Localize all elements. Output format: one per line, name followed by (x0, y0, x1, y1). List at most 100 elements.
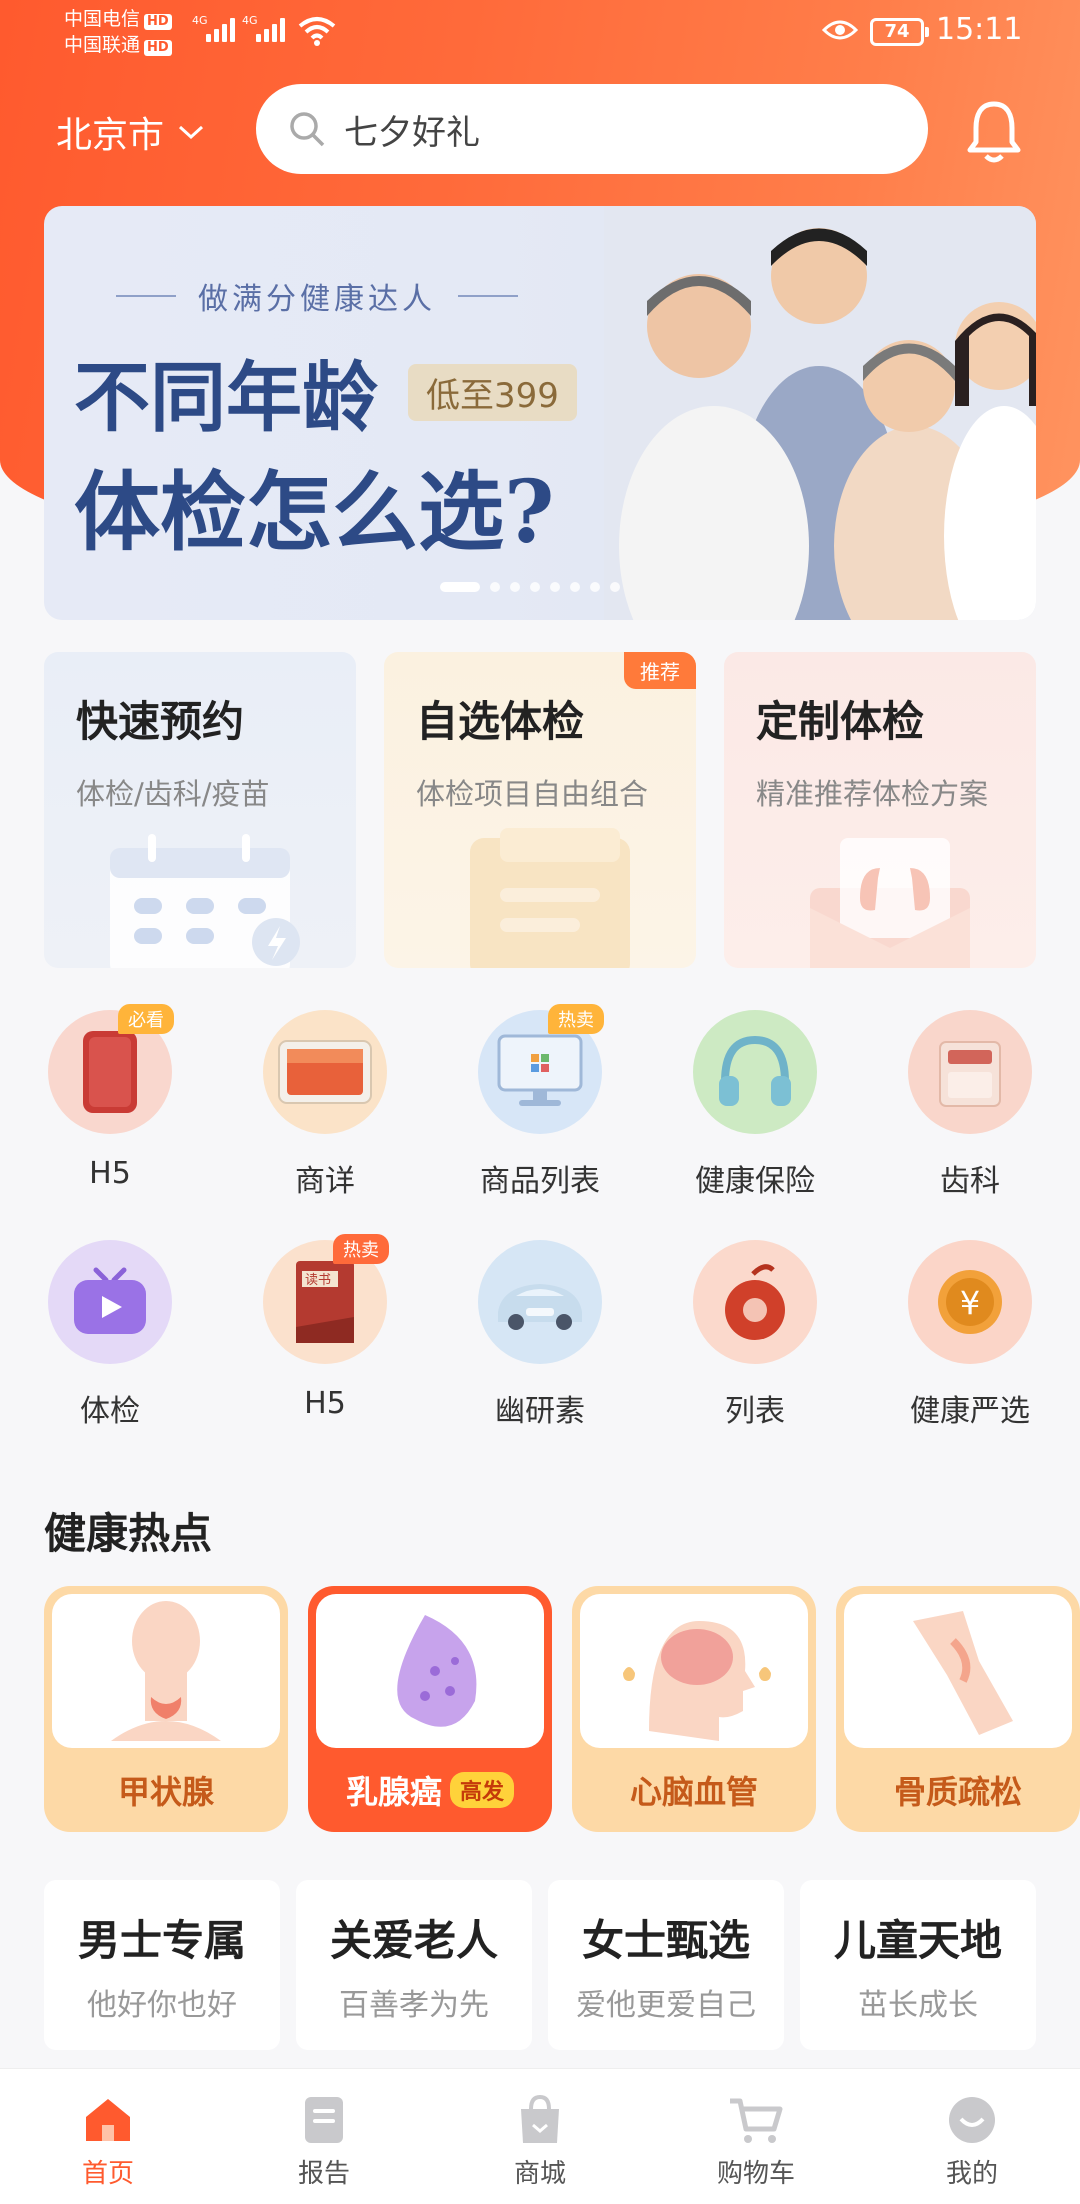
tab-label: 首页 (81, 2159, 134, 2189)
category-women[interactable]: 女士甄选 爱他更爱自己 (548, 1880, 784, 2050)
hot-item-label: 乳腺癌 高发 (308, 1748, 552, 1832)
tab-cart[interactable]: 购物车 (648, 2069, 864, 2204)
report-icon (305, 2097, 343, 2143)
shortcut-h5[interactable]: 必看 H5 (30, 1004, 190, 1240)
hot-item-cardio[interactable]: 心脑血管 (572, 1586, 816, 1832)
wifi-icon (298, 17, 336, 46)
shortcut-row-1: 必看 H5 商详 热卖 商品列表 健康保险 齿科 (0, 1004, 1080, 1240)
yen-coin-icon: ¥ (908, 1240, 1032, 1364)
signal-icon-2: 4G (242, 14, 285, 42)
shortcut-list[interactable]: 列表 (675, 1240, 835, 1470)
shortcut-product-list[interactable]: 热卖 商品列表 (460, 1004, 620, 1240)
shortcut-checkup[interactable]: 体检 (30, 1240, 190, 1470)
tablet-icon (263, 1010, 387, 1134)
bell-icon[interactable] (964, 98, 1024, 164)
bottom-tab-bar: 首页 报告 商城 购物车 我的 (0, 2068, 1080, 2204)
shortcut-h5-reading[interactable]: 读书 热卖 H5 (245, 1234, 405, 1470)
svg-text:读书: 读书 (305, 1273, 331, 1288)
carrier-1: 中国电信 (64, 8, 141, 30)
status-bar: 中国电信 HD 中国联通 HD 4G 4G 74 15:11 (0, 0, 1080, 70)
section-title-health-hot: 健康热点 (44, 1500, 212, 1561)
badge-hot: 热卖 (333, 1234, 389, 1264)
card-quick-booking[interactable]: 快速预约 体检/齿科/疫苗 (44, 652, 356, 968)
app-root: 中国电信 HD 中国联通 HD 4G 4G 74 15:11 北京市 七夕好礼 做满… (0, 0, 1080, 2204)
category-title: 关爱老人 (329, 1915, 498, 1965)
tv-play-icon (48, 1240, 172, 1364)
card-subtitle: 体检/齿科/疫苗 (76, 777, 270, 811)
hot-item-osteoporosis[interactable]: 骨质疏松 (836, 1586, 1080, 1832)
shortcut-dental[interactable]: 齿科 (890, 1010, 1050, 1240)
shortcut-health-select[interactable]: ¥ 健康严选 (890, 1240, 1050, 1470)
lungs-envelope-icon (810, 838, 970, 968)
hd-badge-1: HD (144, 14, 172, 30)
tab-home[interactable]: 首页 (0, 2069, 216, 2204)
banner-pagination (440, 582, 620, 592)
tab-mine[interactable]: 我的 (864, 2069, 1080, 2204)
card-tailored-exam[interactable]: 定制体检 精准推荐体检方案 (724, 652, 1036, 968)
breast-illustration (316, 1594, 544, 1748)
shortcut-label: H5 (304, 1386, 346, 1421)
clipboard-icon (470, 828, 630, 968)
badge-must-see: 必看 (118, 1004, 174, 1034)
tab-mall[interactable]: 商城 (432, 2069, 648, 2204)
category-elderly[interactable]: 关爱老人 百善孝为先 (296, 1880, 532, 2050)
tab-label: 我的 (945, 2159, 998, 2189)
hot-item-label: 心脑血管 (629, 1773, 758, 1811)
shortcut-health-insurance[interactable]: 健康保险 (675, 1010, 835, 1240)
recommend-tag: 推荐 (624, 652, 696, 689)
shortcut-product-detail[interactable]: 商详 (245, 1010, 405, 1240)
category-subtitle: 他好你也好 (87, 1987, 237, 2023)
shortcut-label: 齿科 (940, 1164, 1000, 1199)
home-icon (86, 2099, 130, 2141)
carrier-info: 中国电信 HD 中国联通 HD (64, 6, 172, 58)
category-children[interactable]: 儿童天地 茁长成长 (800, 1880, 1036, 2050)
card-custom-select[interactable]: 推荐 自选体检 体检项目自由组合 (384, 652, 696, 968)
eye-icon (822, 20, 858, 40)
tab-label: 商城 (513, 2159, 566, 2189)
phone-icon: 必看 (48, 1004, 174, 1134)
profile-icon (949, 2097, 995, 2143)
shortcut-label: 商品列表 (480, 1164, 600, 1199)
book-icon: 读书 热卖 (263, 1234, 389, 1364)
tab-report[interactable]: 报告 (216, 2069, 432, 2204)
card-title: 定制体检 (756, 697, 925, 746)
city-selector[interactable]: 北京市 (56, 106, 204, 158)
category-subtitle: 茁长成长 (858, 1987, 978, 2023)
chevron-down-icon (179, 125, 204, 140)
card-title: 快速预约 (76, 697, 245, 746)
hd-badge-2: HD (144, 40, 172, 56)
fruit-icon (693, 1240, 817, 1364)
card-subtitle: 精准推荐体检方案 (756, 777, 989, 811)
signal-icon-1: 4G (192, 14, 235, 42)
bone-illustration (844, 1594, 1072, 1748)
card-title: 自选体检 (416, 697, 585, 746)
family-photo-illustration (604, 206, 1036, 620)
banner-subtitle: 做满分健康达人 (116, 274, 518, 318)
carrier-2: 中国联通 (64, 34, 141, 56)
brain-illustration (580, 1594, 808, 1748)
tab-label: 购物车 (716, 2159, 795, 2189)
hot-item-thyroid[interactable]: 甲状腺 (44, 1586, 288, 1832)
high-incidence-badge: 高发 (450, 1772, 515, 1808)
shortcut-label: 商详 (295, 1164, 355, 1199)
shortcut-label: 健康保险 (695, 1164, 815, 1199)
search-icon (290, 112, 325, 147)
search-bar[interactable]: 七夕好礼 (256, 84, 928, 174)
banner-title-line1: 不同年龄 (74, 353, 378, 442)
banner-price-tag: 低至399 (408, 364, 577, 421)
hot-item-label: 骨质疏松 (893, 1773, 1022, 1811)
category-men[interactable]: 男士专属 他好你也好 (44, 1880, 280, 2050)
cart-icon (730, 2098, 783, 2143)
shortcut-label: 幽研素 (495, 1394, 585, 1429)
feature-cards: 快速预约 体检/齿科/疫苗 推荐 自选体检 体检项目自由组合 定制体检 精准推荐… (44, 652, 1036, 968)
shortcut-label: 列表 (725, 1394, 785, 1429)
tab-label: 报告 (297, 2159, 350, 2189)
svg-text:¥: ¥ (960, 1284, 980, 1322)
battery-icon: 74 (870, 18, 929, 46)
search-input[interactable]: 七夕好礼 (344, 105, 480, 154)
monitor-icon: 热卖 (478, 1004, 604, 1134)
shortcut-hp-test[interactable]: 幽研素 (460, 1240, 620, 1470)
promo-banner[interactable]: 做满分健康达人 不同年龄 低至399 体检怎么选? (44, 206, 1036, 620)
shortcut-row-2: 体检 读书 热卖 H5 幽研素 列表 ¥ 健康严选 (0, 1234, 1080, 1470)
hot-item-breast-cancer[interactable]: 乳腺癌 高发 (308, 1586, 552, 1832)
